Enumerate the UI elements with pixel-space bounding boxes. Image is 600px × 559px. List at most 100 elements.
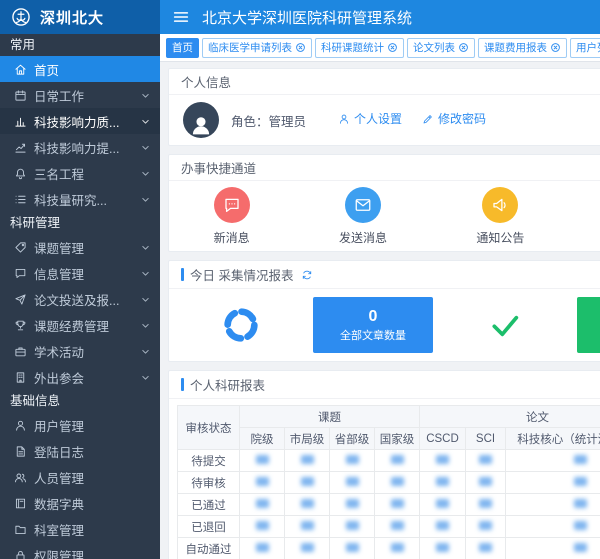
- people-icon: [14, 471, 27, 484]
- personal-settings-link[interactable]: 个人设置: [338, 110, 402, 127]
- report-tiles-row: 0全部文章数量: [169, 289, 600, 361]
- avatar: [183, 102, 219, 138]
- close-tab-icon[interactable]: [550, 42, 561, 53]
- panel-title: 今日 采集情况报表: [190, 265, 293, 284]
- link-label: 修改密码: [438, 110, 486, 127]
- research-report-table: 审核状态课题论文院级市局级省部级国家级CSCDSCI科技核心（统计源）期刊 待提…: [177, 405, 600, 559]
- sidebar-item-label: 用户管理: [34, 416, 152, 435]
- sidebar-section-label: 科研管理: [0, 212, 160, 234]
- table-row: 待审核: [178, 472, 600, 494]
- quick-channel-item[interactable]: 新消息: [214, 187, 250, 246]
- sidebar-item-label: 日常工作: [34, 86, 132, 105]
- blurred-value: [479, 521, 492, 530]
- panel-personal-info-header: 个人信息: [169, 69, 600, 95]
- sidebar-item-label: 登陆日志: [34, 442, 152, 461]
- sidebar-item[interactable]: 科技影响力提...: [0, 134, 160, 160]
- table-column-header: 科技核心（统计源）期刊: [506, 428, 600, 450]
- blurred-value: [301, 521, 314, 530]
- panel-title: 个人科研报表: [190, 375, 265, 394]
- table-cell: [506, 450, 600, 472]
- row-label: 已退回: [178, 516, 240, 538]
- person-icon: [188, 112, 214, 138]
- sidebar-item[interactable]: 论文投送及报...: [0, 286, 160, 312]
- panel-quick-channels: 办事快捷通道 新消息 发送消息 通知公告: [168, 154, 600, 252]
- change-password-link[interactable]: 修改密码: [422, 110, 486, 127]
- trend-icon: [14, 141, 27, 154]
- table-cell: [240, 516, 285, 538]
- table-cell: [420, 472, 466, 494]
- sidebar-item[interactable]: 外出参会: [0, 364, 160, 390]
- list-icon: [14, 193, 27, 206]
- chevron-down-icon: [139, 345, 152, 358]
- quick-channels-row: 新消息 发送消息 通知公告: [169, 181, 569, 251]
- blurred-value: [391, 455, 404, 464]
- blurred-value: [574, 455, 587, 464]
- sidebar-item-label: 权限管理: [34, 546, 152, 559]
- table-cell: [285, 516, 330, 538]
- home-icon: [14, 63, 27, 76]
- hamburger-menu-button[interactable]: [172, 8, 190, 26]
- close-tab-icon[interactable]: [387, 42, 398, 53]
- sidebar-item[interactable]: 课题管理: [0, 234, 160, 260]
- table-cell: [466, 538, 506, 559]
- blurred-value: [391, 543, 404, 552]
- brand: 深圳北大: [0, 0, 160, 34]
- tab[interactable]: 用户列表: [570, 38, 600, 58]
- calendar-icon: [14, 89, 27, 102]
- blurred-value: [346, 477, 359, 486]
- sidebar-item[interactable]: 登陆日志: [0, 438, 160, 464]
- panel-title: 办事快捷通道: [181, 158, 256, 177]
- report-tile-stat: 0全部文章数量: [313, 297, 433, 353]
- tab-label: 课题费用报表: [484, 40, 547, 55]
- tab[interactable]: 课题费用报表: [478, 38, 567, 58]
- table-cell: [506, 472, 600, 494]
- tab[interactable]: 论文列表: [407, 38, 475, 58]
- sidebar-item[interactable]: 学术活动: [0, 338, 160, 364]
- sidebar-item[interactable]: 人员管理: [0, 464, 160, 490]
- sidebar-item-label: 外出参会: [34, 368, 132, 387]
- sidebar-item[interactable]: 科技量研究...: [0, 186, 160, 212]
- blurred-value: [391, 477, 404, 486]
- sidebar-item[interactable]: 日常工作: [0, 82, 160, 108]
- table-column-header: 国家级: [375, 428, 420, 450]
- sidebar-item[interactable]: 权限管理: [0, 542, 160, 559]
- tab-label: 用户列表: [576, 40, 600, 55]
- close-tab-icon[interactable]: [458, 42, 469, 53]
- table-cell: [285, 450, 330, 472]
- close-tab-icon[interactable]: [295, 42, 306, 53]
- message-icon: [14, 267, 27, 280]
- sidebar-item[interactable]: 科技影响力质...: [0, 108, 160, 134]
- blurred-value: [574, 477, 587, 486]
- hospital-logo-icon: [10, 6, 32, 28]
- quick-channel-item[interactable]: 通知公告: [476, 187, 524, 246]
- chevron-down-icon: [139, 89, 152, 102]
- sidebar-item[interactable]: 课题经费管理: [0, 312, 160, 338]
- tab[interactable]: 临床医学申请列表: [202, 38, 312, 58]
- blurred-value: [436, 521, 449, 530]
- refresh-button[interactable]: [301, 269, 313, 281]
- refresh-icon: [301, 269, 313, 281]
- report-tile-spinner: [181, 297, 301, 353]
- tab-label: 论文列表: [413, 40, 455, 55]
- table-cell: [420, 494, 466, 516]
- table-cell: [506, 494, 600, 516]
- sidebar-item[interactable]: 数据字典: [0, 490, 160, 516]
- tab[interactable]: 科研课题统计: [315, 38, 404, 58]
- blurred-value: [479, 477, 492, 486]
- sidebar-item[interactable]: 科室管理: [0, 516, 160, 542]
- table-cell: [466, 472, 506, 494]
- sidebar-item[interactable]: 首页: [0, 56, 160, 82]
- sidebar-nav: 常用首页日常工作科技影响力质...科技影响力提...三名工程科技量研究...科研…: [0, 34, 160, 559]
- table-cell: [420, 516, 466, 538]
- panel-today-report-header: 今日 采集情况报表: [169, 261, 600, 289]
- sidebar-item-label: 首页: [34, 60, 152, 79]
- sidebar-item[interactable]: 三名工程: [0, 160, 160, 186]
- table-cell: [375, 472, 420, 494]
- quick-channel-circle: [345, 187, 381, 223]
- chevron-down-icon: [139, 115, 152, 128]
- tab[interactable]: 首页: [166, 38, 199, 58]
- quick-channel-item[interactable]: 发送消息: [339, 187, 387, 246]
- quick-channel-label: 新消息: [214, 229, 250, 246]
- sidebar-item[interactable]: 用户管理: [0, 412, 160, 438]
- sidebar-item[interactable]: 信息管理: [0, 260, 160, 286]
